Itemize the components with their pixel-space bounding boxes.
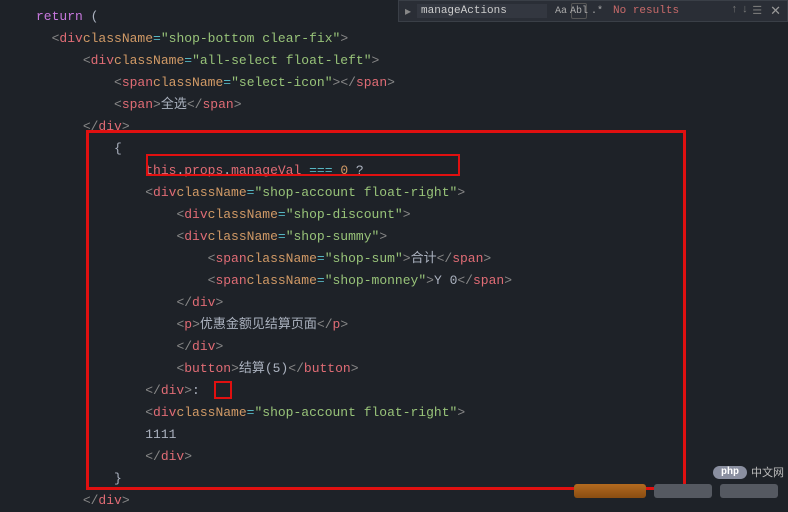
code-line: </div> — [36, 116, 788, 138]
code-line: <div className="shop-summy"> — [36, 226, 788, 248]
watermark: php 中文网 — [713, 464, 784, 480]
code-line: <span className="shop-sum">合计</span> — [36, 248, 788, 270]
code-line: <button>结算(5)</button> — [36, 358, 788, 380]
bottom-tab[interactable] — [720, 484, 778, 498]
bottom-tab[interactable] — [654, 484, 712, 498]
code-line: <div className="shop-discount"> — [36, 204, 788, 226]
code-line: 1111 — [36, 424, 788, 446]
code-line: <div className="shop-account float-right… — [36, 402, 788, 424]
watermark-badge: php — [713, 466, 747, 479]
code-line: { — [36, 138, 788, 160]
code-line: </div>: — [36, 380, 788, 402]
code-line: <div className="all-select float-left"> — [36, 50, 788, 72]
bottom-tab[interactable] — [574, 484, 646, 498]
code-line: <span>全选</span> — [36, 94, 788, 116]
code-line: </div> — [36, 292, 788, 314]
code-line: return ( — [36, 6, 788, 28]
code-line: <div className="shop-bottom clear-fix"> — [36, 28, 788, 50]
keyword-return: return — [36, 6, 83, 28]
bottom-tabs — [574, 484, 778, 498]
code-line: <div className="shop-account float-right… — [36, 182, 788, 204]
watermark-text: 中文网 — [751, 464, 784, 480]
code-line: <p>优惠金额见结算页面</p> — [36, 314, 788, 336]
code-line: this.props.manageVal === 0 ? — [36, 160, 788, 182]
code-line: <span className="select-icon"></span> — [36, 72, 788, 94]
open-paren: ( — [83, 6, 99, 28]
code-editor[interactable]: return ( <div className="shop-bottom cle… — [0, 0, 788, 512]
code-line: </div> — [36, 446, 788, 468]
code-line: </div> — [36, 336, 788, 358]
code-line: <span className="shop-monney">Y 0</span> — [36, 270, 788, 292]
